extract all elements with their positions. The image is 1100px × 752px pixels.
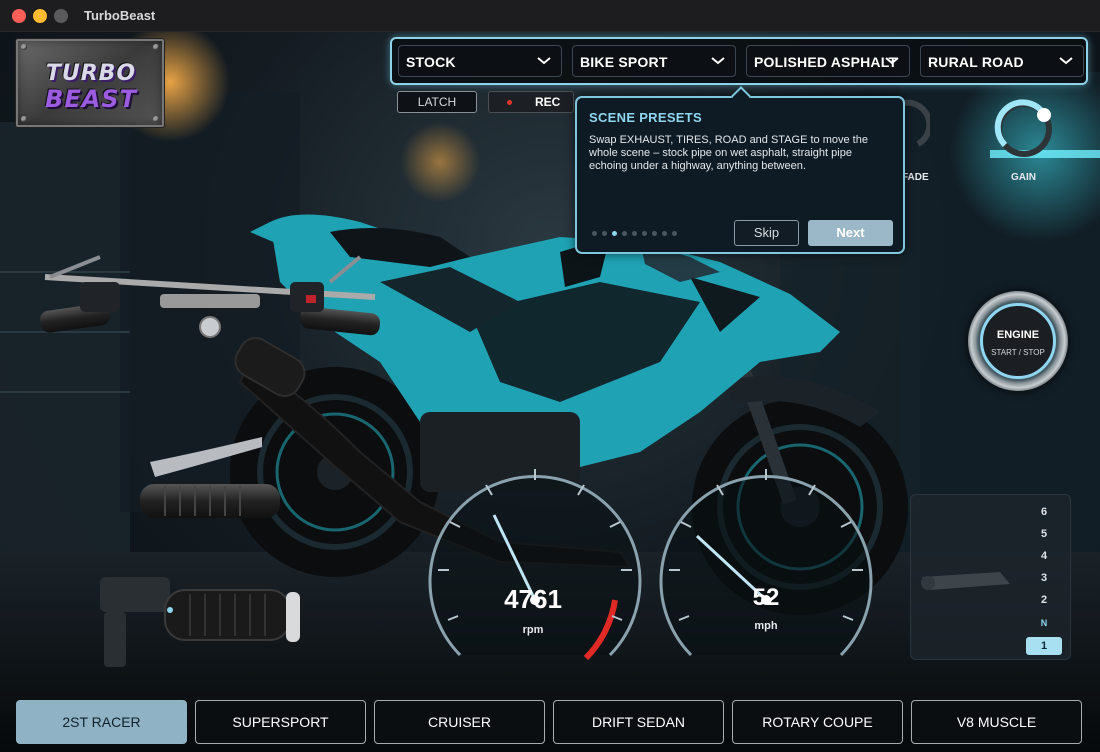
tooltip-step-dot — [642, 231, 647, 236]
road-select[interactable]: POLISHED ASPHALT — [746, 45, 910, 77]
speed-readout: 52 — [752, 584, 780, 611]
speed-gauge — [659, 469, 873, 657]
engine-button-subtitle: START / STOP — [991, 348, 1045, 357]
scene-presets-tooltip: SCENE PRESETS Swap EXHAUST, TIRES, ROAD … — [575, 86, 905, 254]
rec-button-label: REC — [535, 95, 561, 109]
tooltip-step-dot — [602, 231, 607, 236]
tooltip-step-dot — [652, 231, 657, 236]
tooltip-step-dot — [632, 231, 637, 236]
close-window-button[interactable] — [12, 9, 26, 23]
chevron-down-icon — [537, 57, 551, 65]
tooltip-title: SCENE PRESETS — [589, 110, 702, 125]
chevron-down-icon — [1059, 57, 1073, 65]
stage-select[interactable]: RURAL ROAD — [920, 45, 1084, 77]
tooltip-skip-button[interactable]: Skip — [734, 220, 799, 246]
zoom-window-button[interactable] — [54, 9, 68, 23]
exhaust-select-value: STOCK — [406, 54, 456, 70]
tires-select[interactable]: BIKE SPORT — [572, 45, 736, 77]
minimize-window-button[interactable] — [33, 9, 47, 23]
title-bar: TurboBeast — [0, 0, 1100, 32]
vehicle-tab-drift-sedan[interactable]: DRIFT SEDAN — [553, 700, 724, 744]
gear-neutral[interactable]: N — [1035, 618, 1053, 628]
engine-button-title: ENGINE — [996, 329, 1040, 341]
road-select-value: POLISHED ASPHALT — [754, 54, 898, 70]
gear-1[interactable]: 1 — [1026, 637, 1062, 655]
vehicle-tab-rotary-coupe[interactable]: ROTARY COUPE — [732, 700, 903, 744]
logo-line-2: BEAST — [45, 85, 137, 113]
rpm-gauge — [428, 469, 642, 661]
app-window: TurboBeast TURBO BEAST STOCK BIKE SPORT … — [0, 0, 1100, 752]
gear-6[interactable]: 6 — [1035, 506, 1053, 518]
tooltip-step-dot — [672, 231, 677, 236]
tooltip-step-dot — [612, 231, 617, 236]
latch-button[interactable]: LATCH — [397, 91, 477, 113]
tooltip-body: Swap EXHAUST, TIRES, ROAD and STAGE to m… — [589, 134, 868, 172]
gear-5[interactable]: 5 — [1035, 528, 1053, 540]
engine-start-stop-button[interactable]: ENGINE START / STOP — [968, 291, 1068, 391]
chevron-down-icon — [885, 57, 899, 65]
window-title: TurboBeast — [84, 8, 156, 23]
tooltip-step-dot — [592, 231, 597, 236]
tooltip-next-button[interactable]: Next — [808, 220, 893, 246]
logo-line-1: TURBO — [45, 61, 137, 86]
vehicle-tab-cruiser[interactable]: CRUISER — [374, 700, 545, 744]
gear-2[interactable]: 2 — [1035, 594, 1053, 606]
fade-knob-label: FADE — [902, 172, 929, 183]
tires-select-value: BIKE SPORT — [580, 54, 668, 70]
gear-4[interactable]: 4 — [1035, 550, 1053, 562]
gain-knob-label: GAIN — [1011, 172, 1036, 183]
gear-indicator-panel: 6 5 4 3 2 N 1 — [910, 494, 1071, 660]
turbobeast-logo: TURBO BEAST — [15, 38, 165, 128]
vehicle-tab-supersport[interactable]: SUPERSPORT — [195, 700, 366, 744]
rpm-unit: rpm — [522, 624, 544, 636]
rpm-readout: 4761 — [504, 584, 562, 614]
vehicle-tab-v8-muscle[interactable]: V8 MUSCLE — [911, 700, 1082, 744]
tooltip-step-dots — [592, 231, 677, 237]
exhaust-select[interactable]: STOCK — [398, 45, 562, 77]
tooltip-step-dot — [662, 231, 667, 236]
rec-button[interactable]: REC — [488, 91, 574, 113]
scene-preset-bar: STOCK BIKE SPORT POLISHED ASPHALT RURAL … — [390, 37, 1088, 85]
scene-view: TURBO BEAST STOCK BIKE SPORT POLISHED AS… — [0, 32, 1100, 752]
engine-button-face: ENGINE START / STOP — [980, 303, 1056, 379]
gain-knob[interactable] — [993, 98, 1055, 160]
tooltip-step-dot — [622, 231, 627, 236]
stage-select-value: RURAL ROAD — [928, 54, 1024, 70]
chevron-down-icon — [711, 57, 725, 65]
vehicle-tab-2st-racer[interactable]: 2ST RACER — [16, 700, 187, 744]
record-dot-icon — [507, 100, 512, 105]
speed-unit: mph — [754, 620, 778, 632]
gear-3[interactable]: 3 — [1035, 572, 1053, 584]
